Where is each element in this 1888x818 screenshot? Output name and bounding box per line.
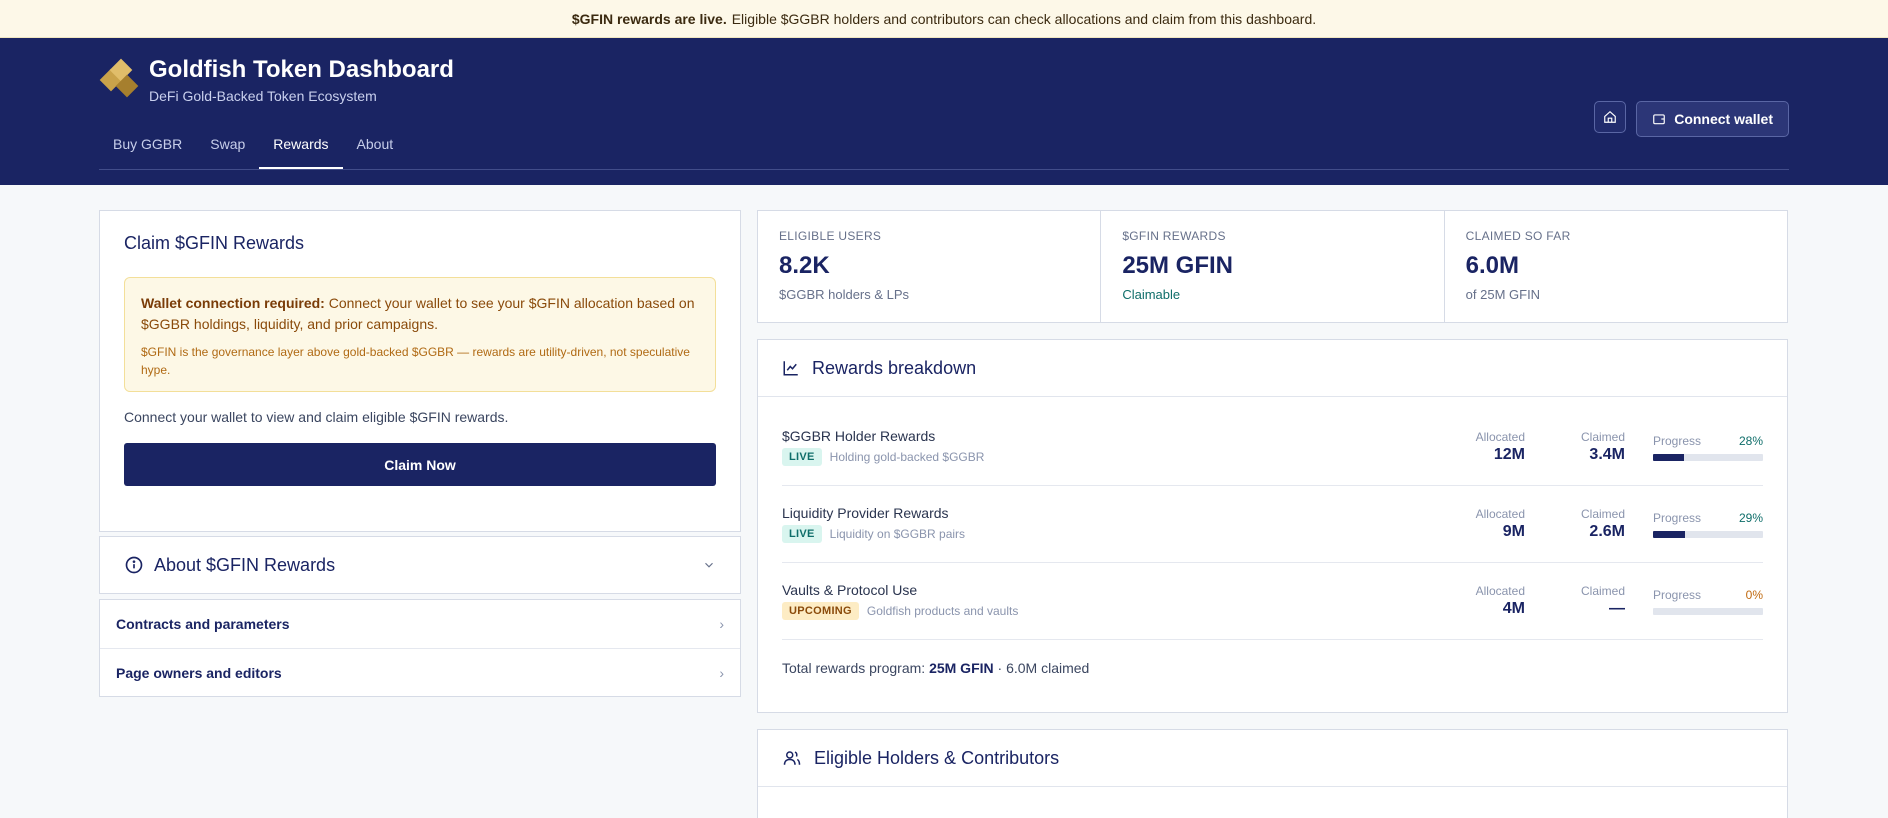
home-button[interactable] [1594,101,1627,133]
app-title: Goldfish Token Dashboard [149,56,454,83]
links-list: Contracts and parameters › Page owners a… [99,599,741,697]
wallet-icon [1653,114,1666,125]
status-badge: LIVE [782,448,822,466]
breakdown-row-holder: $GGBR Holder Rewards LIVE Holding gold-b… [782,409,1763,486]
main-nav: Buy GGBR Swap Rewards About [99,133,1789,170]
chevron-down-icon [705,562,713,568]
claim-title: Claim $GFIN Rewards [124,233,305,253]
breakdown-title: Rewards breakdown [812,357,977,378]
link-page-owners-editors[interactable]: Page owners and editors › [100,648,740,696]
claim-card: Claim $GFIN Rewards Wallet connection re… [99,210,741,532]
info-icon [125,556,143,574]
breakdown-row-liquidity: Liquidity Provider Rewards LIVE Liquidit… [782,486,1763,563]
line-chart-icon [783,361,798,376]
banner-text: Eligible $GGBR holders and contributors … [731,10,1317,27]
brand[interactable]: Goldfish Token Dashboard DeFi Gold-Backe… [99,56,454,104]
progress-fill [1653,530,1685,538]
announcement-banner: $GFIN rewards are live. Eligible $GGBR h… [0,0,1888,38]
stats-panel: ELIGIBLE USERS 8.2K $GGBR holders & LPs … [757,210,1788,323]
stat-gfin-rewards: $GFIN REWARDS 25M GFIN Claimable [1100,211,1443,322]
breakdown-row-vaults: Vaults & Protocol Use UPCOMING Goldfish … [782,563,1763,640]
progress-indicator: Progress 29% [1653,511,1763,538]
nav-rewards[interactable]: Rewards [259,133,343,169]
eligible-holders-card: Eligible Holders & Contributors [757,729,1788,818]
claim-now-button[interactable]: Claim Now [124,443,716,486]
status-badge: UPCOMING [782,602,859,620]
rewards-breakdown: Rewards breakdown $GGBR Holder Rewards L… [757,339,1788,713]
connect-wallet-label: Connect wallet [1674,111,1773,127]
banner-strong: $GFIN rewards are live. [571,10,727,27]
users-icon [783,751,801,765]
warning-note: $GFIN is the governance layer above gold… [141,345,690,377]
progress-indicator: Progress 28% [1653,434,1763,461]
wallet-warning: Wallet connection required: Connect your… [124,277,716,392]
claim-instructions: Connect your wallet to view and claim el… [124,409,509,425]
progress-indicator: Progress 0% [1653,588,1763,615]
goldfish-logo-icon [99,58,139,100]
stat-claimed-so-far: CLAIMED SO FAR 6.0M of 25M GFIN [1443,211,1787,322]
chevron-right-icon: › [719,616,724,632]
site-header: Goldfish Token Dashboard DeFi Gold-Backe… [0,38,1888,185]
status-badge: LIVE [782,525,822,543]
breakdown-total: Total rewards program: 25M GFIN · 6.0M c… [782,660,1090,676]
nav-buy-ggbr[interactable]: Buy GGBR [99,133,196,169]
chevron-right-icon: › [719,664,724,681]
nav-about[interactable]: About [343,133,408,169]
holders-title: Eligible Holders & Contributors [814,747,1060,768]
about-title: About $GFIN Rewards [154,554,336,575]
stat-eligible-users: ELIGIBLE USERS 8.2K $GGBR holders & LPs [779,229,910,302]
connect-wallet-button[interactable]: Connect wallet [1636,101,1789,137]
nav-swap[interactable]: Swap [196,133,259,169]
progress-fill [1653,453,1684,461]
app-subtitle: DeFi Gold-Backed Token Ecosystem [149,88,377,104]
home-icon [1604,110,1617,123]
about-accordion[interactable]: About $GFIN Rewards [99,536,741,594]
link-contracts-parameters[interactable]: Contracts and parameters › [100,600,740,648]
warning-strong: Wallet connection required: [141,295,325,311]
